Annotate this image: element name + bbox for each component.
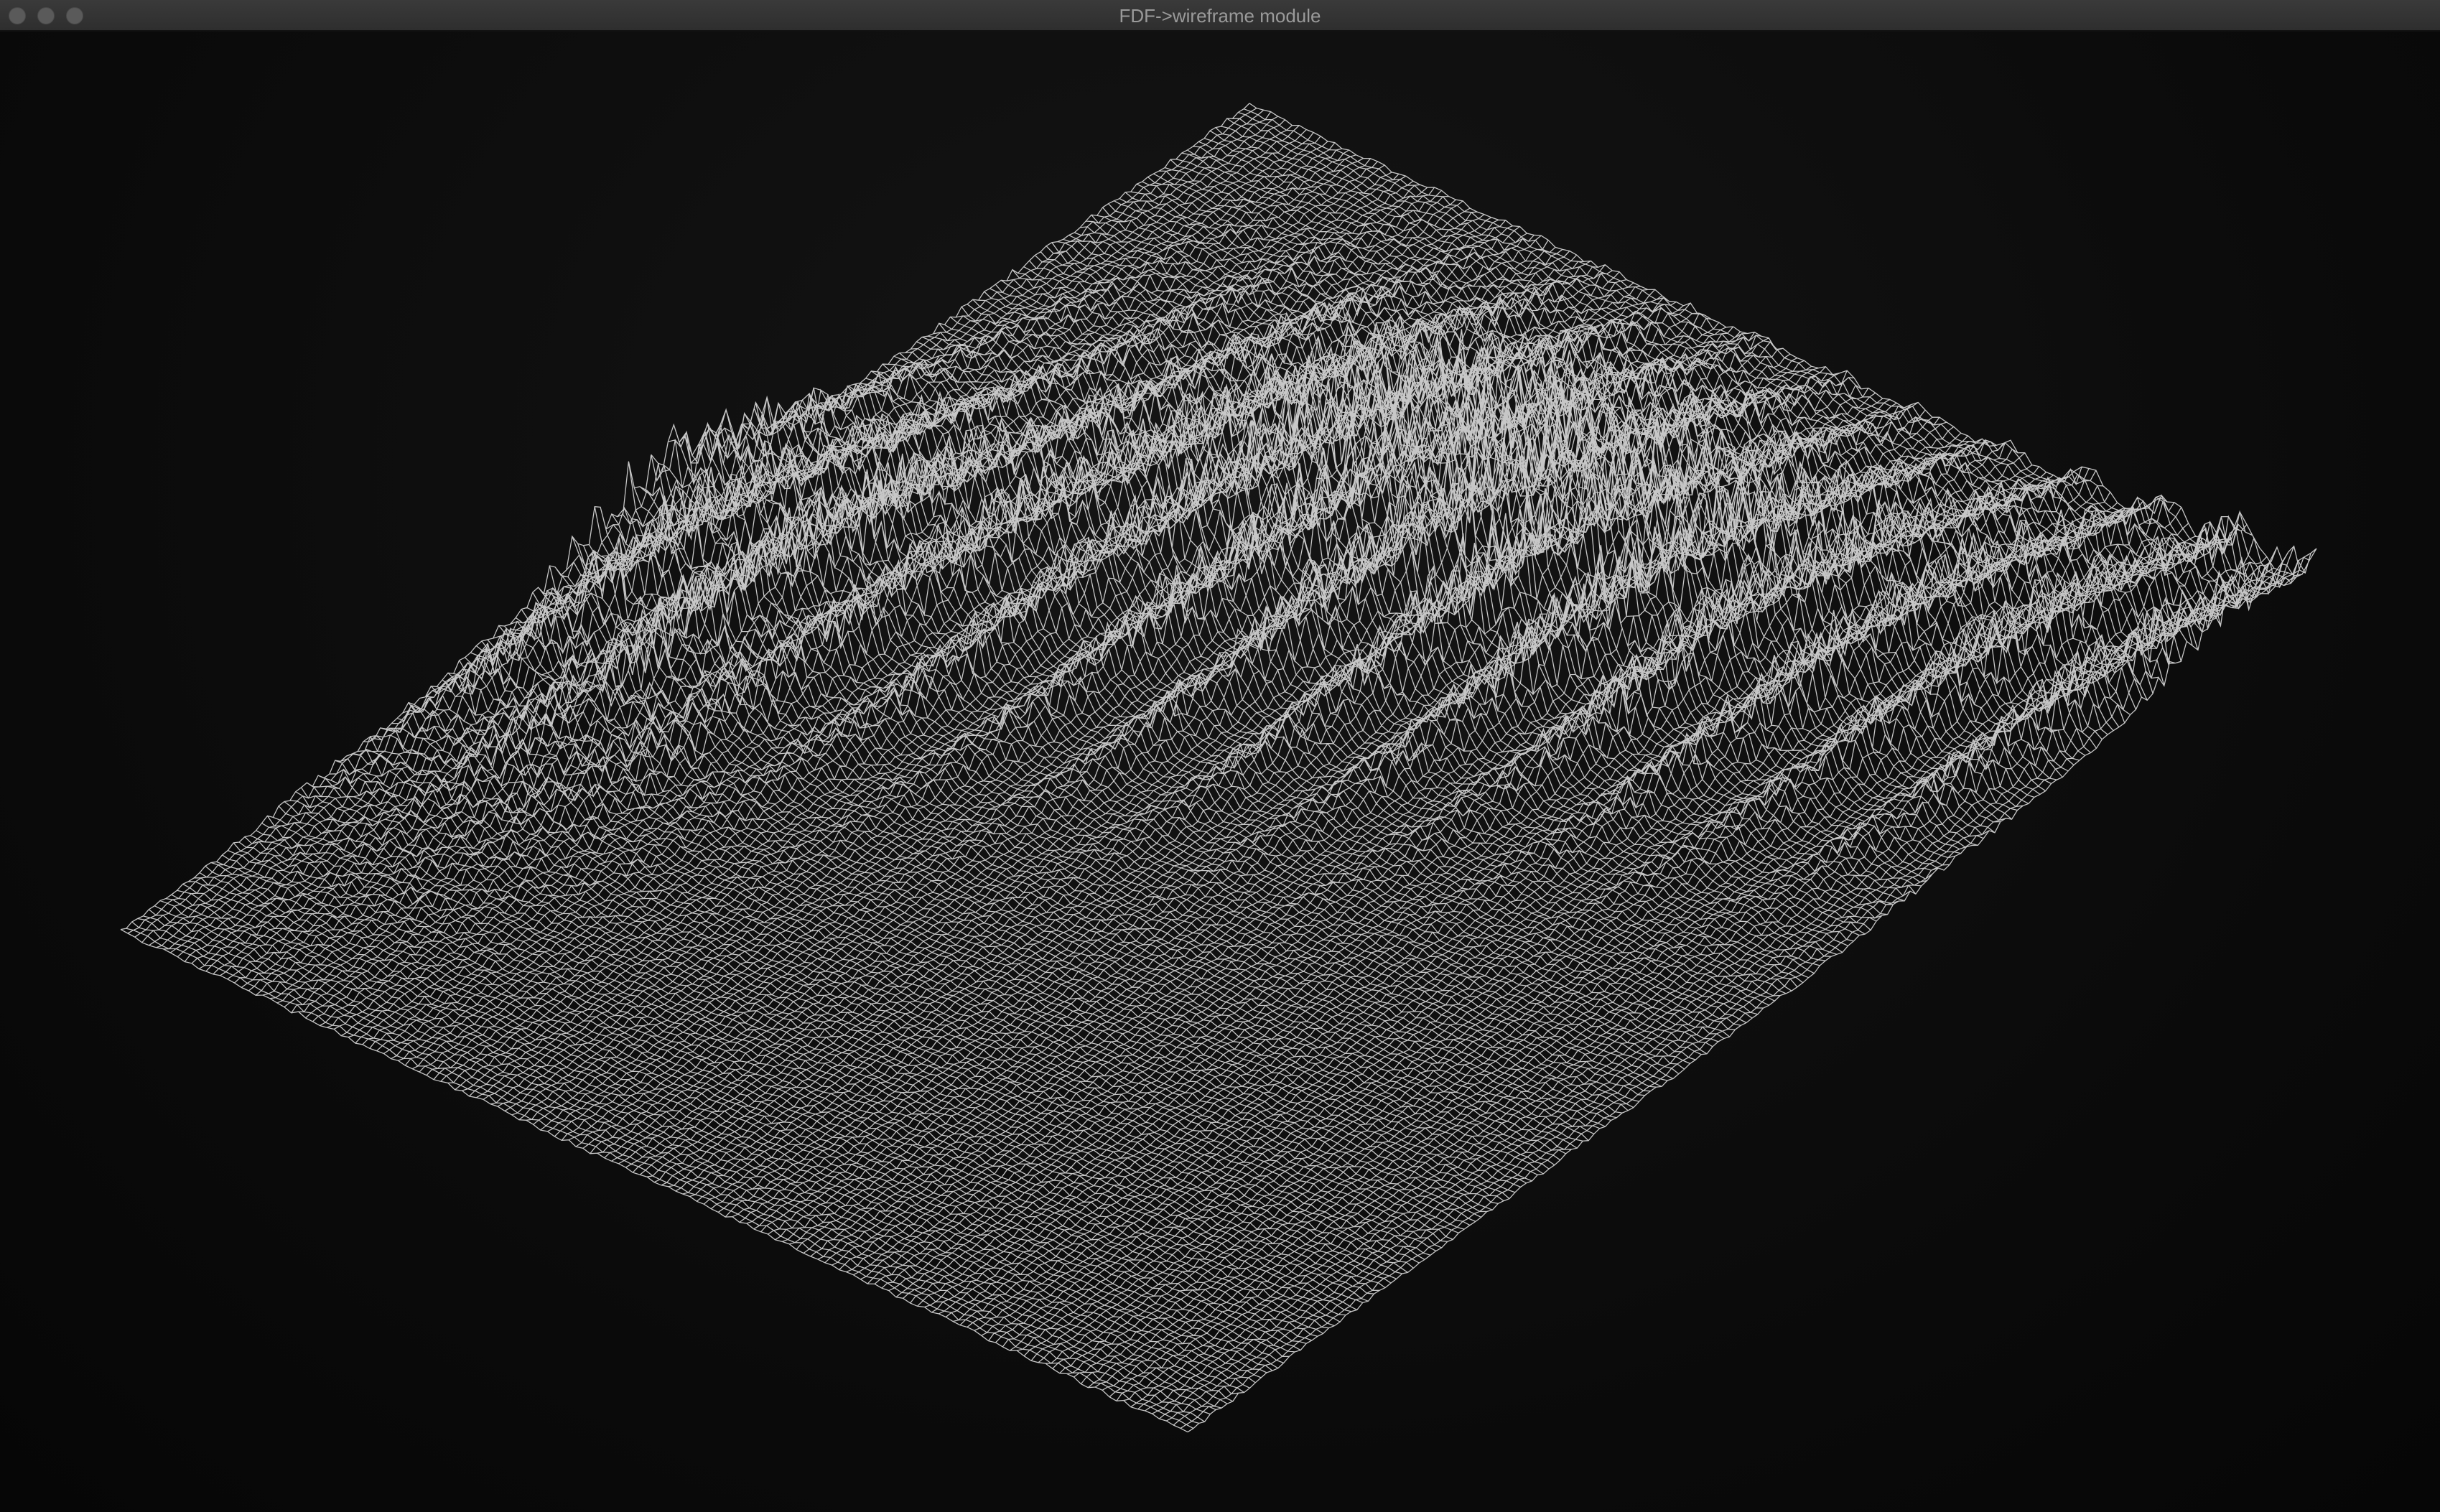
fdf-window: FDF->wireframe module [0,0,2440,1512]
wireframe-mesh [120,103,2317,1433]
title-bar[interactable]: FDF->wireframe module [0,0,2440,32]
wireframe-canvas[interactable] [0,32,2440,1512]
window-title: FDF->wireframe module [1119,5,1321,27]
terrain-wireframe [120,103,2317,1433]
